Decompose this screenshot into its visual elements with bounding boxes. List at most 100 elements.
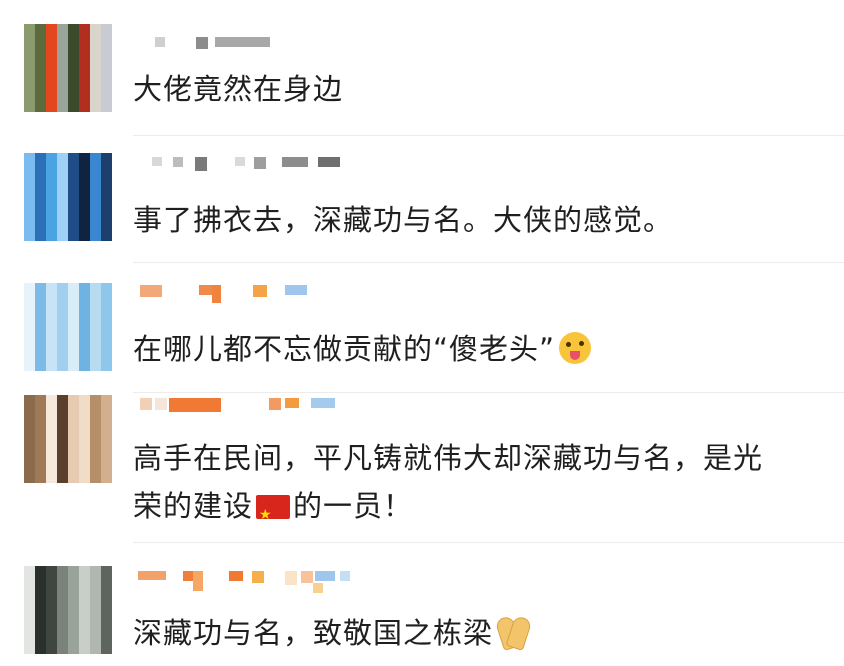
avatar-pixel [24,164,35,175]
avatar-pixel [57,599,68,610]
avatar-pixel [57,186,68,197]
avatar-pixel [35,90,46,101]
avatar-pixel [46,186,57,197]
avatar-pixel [57,621,68,632]
avatar-pixel [90,566,101,577]
avatar-pixel [24,305,35,316]
comment-text-content: 在哪儿都不忘做贡献的“傻老头” [133,332,556,366]
avatar-pixel [68,428,79,439]
avatar-pixel [35,153,46,164]
china-flag-icon [256,492,291,538]
avatar-pixel [68,68,79,79]
avatar-pixel [68,599,79,610]
avatar-pixel [79,450,90,461]
avatar-pixel [24,153,35,164]
avatar-pixel [101,35,112,46]
avatar-pixel [79,461,90,472]
avatar-pixel [68,197,79,208]
comment-text: 在哪儿都不忘做贡献的“傻老头” [133,326,824,372]
avatar-pixel [79,577,90,588]
avatar-pixel [90,461,101,472]
avatar-pixel [46,219,57,230]
avatar-pixel [57,461,68,472]
avatar-pixel [46,472,57,483]
avatar-pixel [79,360,90,371]
avatar-pixel [68,450,79,461]
avatar-pixel [46,577,57,588]
avatar[interactable] [24,283,112,371]
avatar-pixel [79,338,90,349]
avatar-pixel [35,35,46,46]
avatar-pixel [79,90,90,101]
avatar-pixel [79,197,90,208]
avatar-pixel [79,417,90,428]
avatar-pixel [79,46,90,57]
avatar-pixel [35,417,46,428]
avatar-pixel [46,197,57,208]
avatar-pixel [79,294,90,305]
avatar-pixel [101,316,112,327]
avatar-pixel [46,46,57,57]
avatar-pixel [90,197,101,208]
avatar-pixel [35,230,46,241]
avatar-pixel [46,439,57,450]
avatar-pixel [57,305,68,316]
avatar-pixel [24,461,35,472]
avatar-pixel [79,566,90,577]
avatar-pixel [35,164,46,175]
avatar-pixel [79,219,90,230]
avatar-pixel [90,599,101,610]
avatar-pixel [79,621,90,632]
avatar-pixel [68,406,79,417]
avatar-pixel [79,428,90,439]
avatar-pixel [79,610,90,621]
avatar-pixel [46,632,57,643]
avatar-pixel [35,428,46,439]
avatar-pixel [79,186,90,197]
avatar-pixel [79,305,90,316]
avatar-pixel [35,219,46,230]
avatar-pixel [46,294,57,305]
avatar-pixel [90,472,101,483]
avatar-pixel [79,79,90,90]
avatar-pixel [46,230,57,241]
avatar-pixel [79,643,90,654]
avatar-pixel [35,588,46,599]
avatar-pixel [35,621,46,632]
avatar-pixel [35,643,46,654]
avatar-pixel [90,316,101,327]
avatar-pixel [101,599,112,610]
avatar-pixel [35,175,46,186]
avatar-pixel [79,632,90,643]
avatar-pixel [90,349,101,360]
avatar-pixel [57,360,68,371]
avatar[interactable] [24,566,112,654]
avatar-pixel [90,305,101,316]
avatar[interactable] [24,395,112,483]
avatar-pixel [101,197,112,208]
avatar-pixel [68,327,79,338]
avatar-pixel [35,197,46,208]
avatar-pixel [101,439,112,450]
avatar-pixel [101,175,112,186]
avatar-pixel [24,439,35,450]
avatar-pixel [79,316,90,327]
divider [133,542,844,543]
avatar-pixel [24,186,35,197]
avatar-pixel [79,68,90,79]
avatar-pixel [57,175,68,186]
avatar-pixel [90,46,101,57]
avatar-pixel [24,621,35,632]
avatar-pixel [79,24,90,35]
avatar-pixel [101,153,112,164]
avatar[interactable] [24,153,112,241]
avatar[interactable] [24,24,112,112]
avatar-pixel [79,588,90,599]
avatar-pixel [68,621,79,632]
avatar-pixel [24,327,35,338]
avatar-pixel [90,643,101,654]
avatar-pixel [57,90,68,101]
avatar-pixel [90,153,101,164]
avatar-pixel [101,57,112,68]
avatar-pixel [101,164,112,175]
